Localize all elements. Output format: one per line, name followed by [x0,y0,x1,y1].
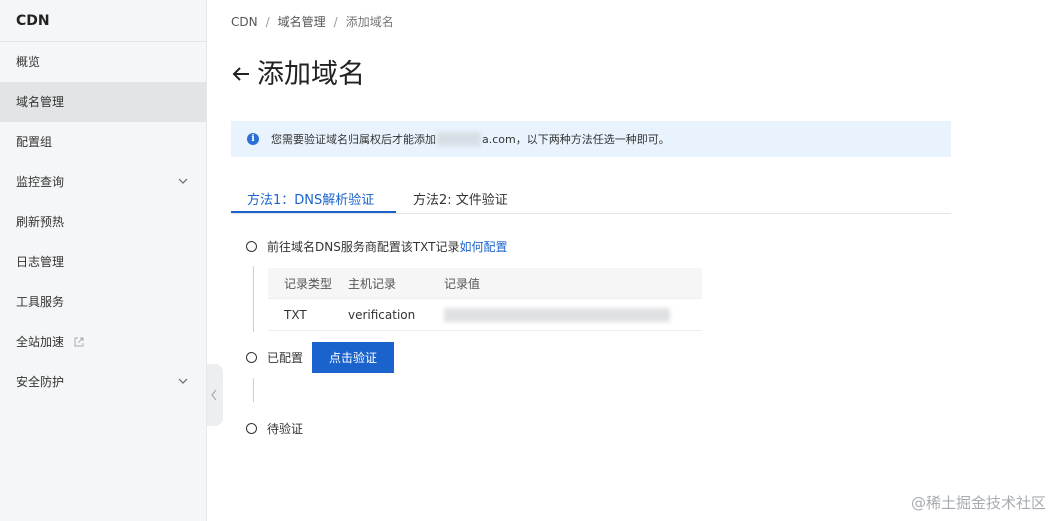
sidebar-item-label: 工具服务 [16,295,65,309]
sidebar-item-site-acceleration[interactable]: 全站加速 [0,322,206,362]
step-configured: 已配置 点击验证 [246,342,395,373]
chevron-down-icon [178,378,188,384]
table-row: TXT verification [268,299,702,331]
breadcrumb-separator: / [333,15,338,29]
step-connector-line [253,378,254,402]
sidebar-item-tool-services[interactable]: 工具服务 [0,282,206,322]
active-tab-indicator [231,211,396,213]
sidebar-item-label: 全站加速 [16,335,65,349]
notice-suffix: a.com，以下两种方法任选一种即可。 [482,133,670,146]
cell-host-record: verification [348,307,416,322]
sidebar-item-label: 概览 [16,55,41,69]
tab-file-verification[interactable]: 方法2: 文件验证 [413,189,508,208]
step-configure-record: 前往域名DNS服务商配置该TXT记录 如何配置 [246,238,508,255]
page-title-text: 添加域名 [257,59,365,90]
back-arrow-icon[interactable] [231,64,251,84]
sidebar-item-label: 日志管理 [16,255,65,269]
how-to-configure-link[interactable]: 如何配置 [460,238,508,255]
step-label: 前往域名DNS服务商配置该TXT记录 [267,240,460,254]
sidebar-item-security[interactable]: 安全防护 [0,362,206,402]
watermark: @稀土掘金技术社区 [910,494,1046,512]
step-radio-indicator [246,241,257,252]
sidebar-item-overview[interactable]: 概览 [0,42,206,82]
breadcrumb: CDN / 域名管理 / 添加域名 [231,13,394,30]
sidebar-item-config-group[interactable]: 配置组 [0,122,206,162]
sidebar-item-label: 配置组 [16,135,53,149]
column-header-record-value: 记录值 [444,276,481,291]
breadcrumb-parent[interactable]: 域名管理 [278,15,326,29]
sidebar-title: CDN [0,0,206,42]
sidebar-item-label: 监控查询 [16,175,65,189]
step-label: 待验证 [267,422,304,436]
column-header-record-type: 记录类型 [284,276,333,291]
info-notice: i 您需要验证域名归属权后才能添加 a.com，以下两种方法任选一种即可。 [231,121,951,157]
chevron-down-icon [178,178,188,184]
column-header-host-record: 主机记录 [348,276,397,291]
sidebar-item-domain-management[interactable]: 域名管理 [0,82,206,122]
sidebar-item-label: 安全防护 [16,375,65,389]
sidebar-item-label: 域名管理 [16,95,65,109]
txt-record-table: 记录类型 主机记录 记录值 TXT verification [268,268,702,331]
verify-button[interactable]: 点击验证 [312,342,395,373]
info-icon: i [247,133,259,145]
redacted-domain [437,132,481,146]
sidebar-collapse-handle[interactable] [207,364,223,426]
tab-dns-verification[interactable]: 方法1：DNS解析验证 [247,189,374,208]
page-title: 添加域名 [231,52,365,91]
chevron-left-icon [211,389,217,401]
sidebar: CDN 概览 域名管理 配置组 监控查询 刷新预热 日志管理 工具服务 全站加速… [0,0,207,521]
cell-record-value [444,307,702,322]
step-radio-indicator [246,423,257,434]
notice-prefix: 您需要验证域名归属权后才能添加 [271,133,436,146]
table-header-row: 记录类型 主机记录 记录值 [268,268,702,299]
sidebar-item-label: 刷新预热 [16,215,65,229]
breadcrumb-root[interactable]: CDN [231,15,258,29]
step-label: 已配置 [267,351,304,365]
cell-record-type: TXT [284,307,307,322]
sidebar-item-refresh-preload[interactable]: 刷新预热 [0,202,206,242]
breadcrumb-separator: / [265,15,270,29]
external-link-icon [74,337,84,347]
step-radio-indicator [246,352,257,363]
redacted-record-value [444,307,670,322]
step-pending-verification: 待验证 [246,420,303,437]
breadcrumb-current: 添加域名 [345,15,394,29]
sidebar-item-monitoring[interactable]: 监控查询 [0,162,206,202]
step-connector-line [253,266,254,332]
sidebar-item-log-management[interactable]: 日志管理 [0,242,206,282]
verification-method-tabs: 方法1：DNS解析验证 方法2: 文件验证 [231,184,951,214]
